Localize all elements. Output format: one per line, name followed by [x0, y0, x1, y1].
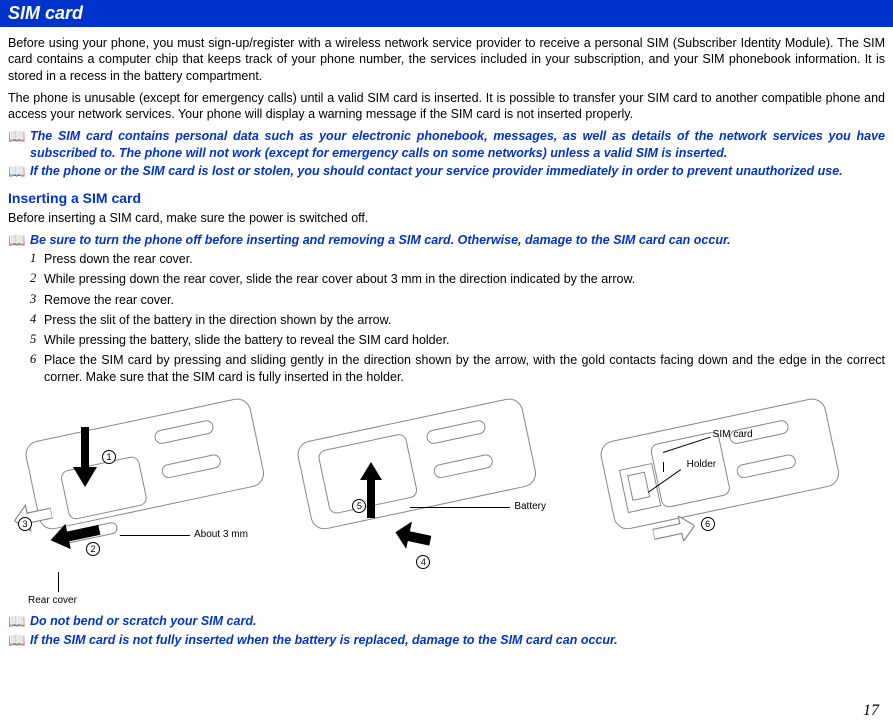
- callout-2: 2: [86, 542, 100, 556]
- step-number: 5: [30, 332, 44, 347]
- step-text: Press down the rear cover.: [44, 251, 885, 267]
- step-6: 6 Place the SIM card by pressing and sli…: [8, 352, 885, 385]
- step-number: 1: [30, 251, 44, 266]
- lead-text: Before inserting a SIM card, make sure t…: [8, 210, 885, 226]
- diagram-battery: 4 5 Battery: [300, 407, 592, 607]
- label-battery: Battery: [514, 501, 546, 512]
- note-text: Do not bend or scratch your SIM card.: [30, 613, 885, 629]
- note-text: Be sure to turn the phone off before ins…: [30, 232, 885, 248]
- note-top-1: 📖 The SIM card contains personal data su…: [8, 128, 885, 161]
- step-text: Press the slit of the battery in the dir…: [44, 312, 885, 328]
- subheading: Inserting a SIM card: [8, 190, 885, 206]
- diagram-sim-holder: 6 SIM card Holder: [593, 407, 885, 607]
- note-top-2: 📖 If the phone or the SIM card is lost o…: [8, 163, 885, 180]
- page-number: 17: [863, 702, 879, 720]
- section-header: SIM card: [0, 0, 893, 27]
- note-bottom-1: 📖 Do not bend or scratch your SIM card.: [8, 613, 885, 630]
- intro-paragraph-1: Before using your phone, you must sign-u…: [8, 35, 885, 84]
- book-icon: 📖: [8, 232, 30, 249]
- step-text: Place the SIM card by pressing and slidi…: [44, 352, 885, 385]
- label-holder: Holder: [687, 459, 716, 470]
- note-text: The SIM card contains personal data such…: [30, 128, 885, 161]
- callout-5: 5: [352, 499, 366, 513]
- note-bottom-2: 📖 If the SIM card is not fully inserted …: [8, 632, 885, 649]
- note-warning: 📖 Be sure to turn the phone off before i…: [8, 232, 885, 249]
- label-rear-cover: Rear cover: [28, 595, 77, 606]
- step-number: 6: [30, 352, 44, 367]
- step-text: While pressing down the rear cover, slid…: [44, 271, 885, 287]
- note-text: If the phone or the SIM card is lost or …: [30, 163, 885, 179]
- step-text: Remove the rear cover.: [44, 292, 885, 308]
- step-2: 2 While pressing down the rear cover, sl…: [8, 271, 885, 287]
- callout-1: 1: [102, 450, 116, 464]
- step-number: 3: [30, 292, 44, 307]
- callout-4: 4: [416, 555, 430, 569]
- book-icon: 📖: [8, 632, 30, 649]
- section-title: SIM card: [8, 3, 83, 23]
- step-number: 4: [30, 312, 44, 327]
- callout-6: 6: [701, 517, 715, 531]
- step-4: 4 Press the slit of the battery in the d…: [8, 312, 885, 328]
- callout-3: 3: [18, 517, 32, 531]
- diagram-row: 1 2 3 About 3 mm Rear cover: [8, 397, 885, 607]
- step-1: 1 Press down the rear cover.: [8, 251, 885, 267]
- book-icon: 📖: [8, 128, 30, 145]
- step-number: 2: [30, 271, 44, 286]
- step-3: 3 Remove the rear cover.: [8, 292, 885, 308]
- note-text: If the SIM card is not fully inserted wh…: [30, 632, 885, 648]
- label-sim-card: SIM card: [713, 429, 753, 440]
- book-icon: 📖: [8, 163, 30, 180]
- step-text: While pressing the battery, slide the ba…: [44, 332, 885, 348]
- step-5: 5 While pressing the battery, slide the …: [8, 332, 885, 348]
- label-about-3mm: About 3 mm: [194, 529, 248, 540]
- page-content: Before using your phone, you must sign-u…: [0, 35, 893, 649]
- diagram-rear-cover: 1 2 3 About 3 mm Rear cover: [8, 407, 300, 607]
- intro-paragraph-2: The phone is unusable (except for emerge…: [8, 90, 885, 123]
- book-icon: 📖: [8, 613, 30, 630]
